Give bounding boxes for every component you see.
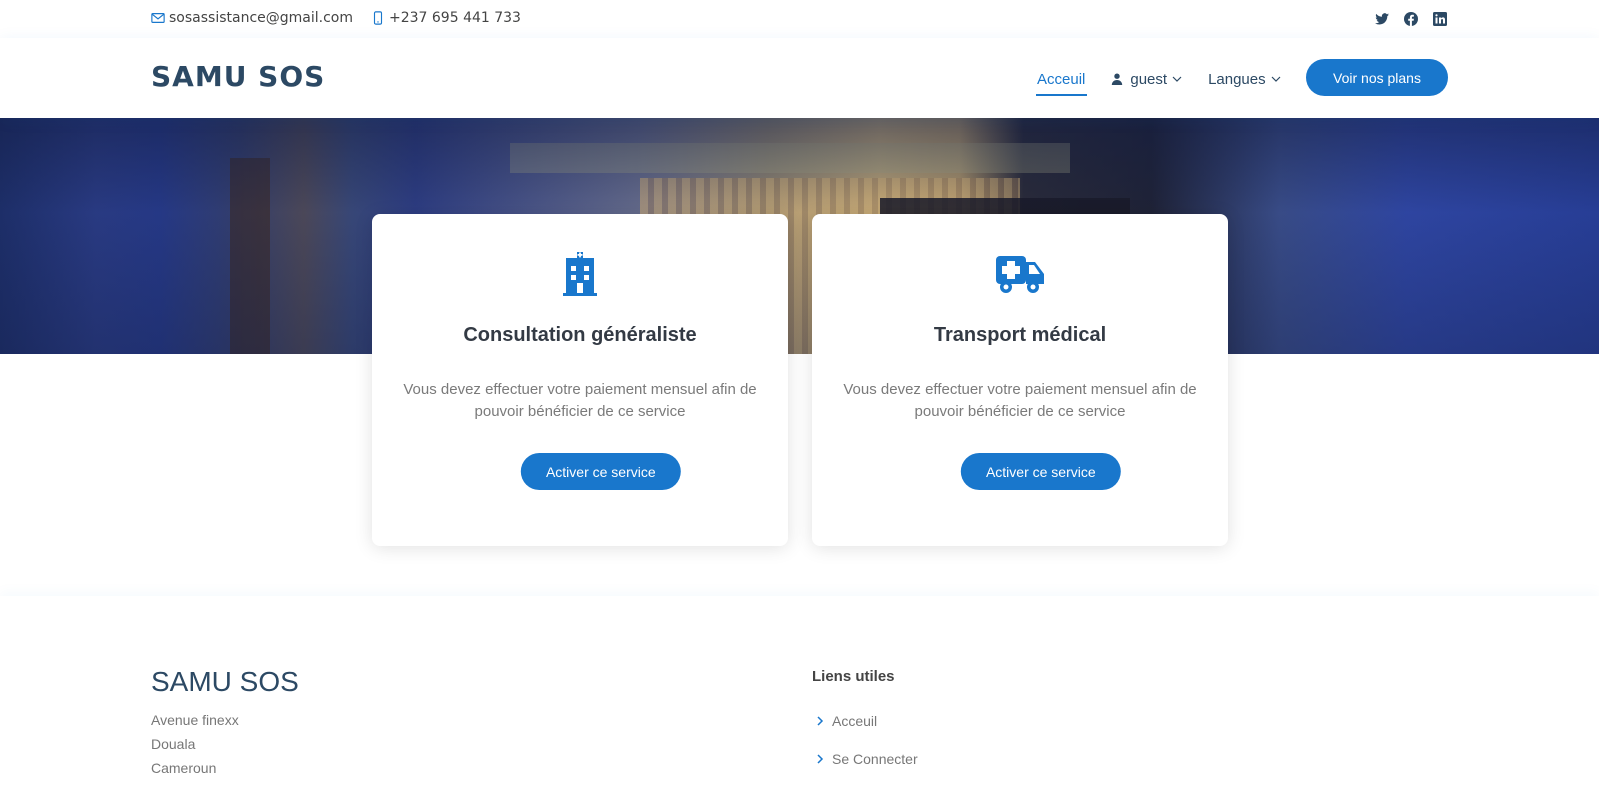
chevron-right-icon (817, 716, 824, 726)
footer-links-title: Liens utiles (812, 668, 895, 685)
phone-contact[interactable]: +237 695 441 733 (371, 10, 521, 26)
footer-link-login[interactable]: Se Connecter (816, 740, 918, 778)
nav-home-label: Acceuil (1037, 70, 1086, 88)
card-title: Transport médical (933, 324, 1107, 346)
address-line: Douala (151, 736, 196, 752)
email-contact[interactable]: sosassistance@gmail.com (151, 10, 353, 26)
top-bar: sosassistance@gmail.com +237 695 441 733 (0, 0, 1599, 38)
footer-address: Avenue finexx Douala Cameroun (151, 708, 239, 780)
site-header: SAMU SOS Acceuil guest Langues Voir nos … (0, 38, 1599, 118)
contact-info: sosassistance@gmail.com +237 695 441 733 (151, 10, 539, 26)
hospital-icon (563, 252, 597, 296)
card-description: Vous devez effectuer votre paiement mens… (403, 381, 757, 420)
chevron-right-icon (817, 754, 824, 764)
nav-user-label: guest (1130, 70, 1168, 88)
footer-brand: SAMU SOS (151, 666, 299, 697)
activate-service-button[interactable]: Activer ce service (520, 453, 681, 490)
hero-banner (0, 118, 1599, 354)
address-line: Avenue finexx (151, 712, 239, 728)
card-title: Consultation généraliste (463, 324, 697, 346)
nav-item-user[interactable]: guest (1111, 64, 1182, 94)
footer-links: Acceuil Se Connecter (816, 702, 918, 778)
nav-languages-label: Langues (1208, 70, 1266, 88)
nav-item-languages[interactable]: Langues (1208, 64, 1281, 94)
user-icon (1112, 73, 1123, 85)
footer-link-label: Acceuil (832, 713, 878, 729)
chevron-down-icon (1271, 76, 1281, 82)
site-footer: SAMU SOS Avenue finexx Douala Cameroun L… (0, 596, 1599, 786)
main-nav: Acceuil guest Langues (1035, 64, 1307, 96)
activate-service-button[interactable]: Activer ce service (960, 453, 1121, 490)
site-logo[interactable]: SAMU SOS (151, 60, 325, 93)
service-card-transport: Transport médical Vous devez effectuer v… (812, 214, 1228, 546)
social-links (1374, 11, 1461, 27)
ambulance-icon (996, 256, 1044, 293)
service-card-consultation: Consultation généraliste Vous devez effe… (372, 214, 788, 546)
email-text: sosassistance@gmail.com (169, 10, 353, 26)
chevron-down-icon (1172, 76, 1182, 82)
twitter-icon[interactable] (1374, 11, 1390, 27)
hero-overlay (0, 118, 1599, 354)
facebook-icon[interactable] (1403, 11, 1419, 27)
nav-item-home[interactable]: Acceuil (1035, 64, 1088, 96)
linkedin-icon[interactable] (1432, 11, 1448, 27)
phone-text: +237 695 441 733 (389, 10, 521, 26)
footer-link-home[interactable]: Acceuil (816, 702, 918, 740)
card-description: Vous devez effectuer votre paiement mens… (843, 381, 1197, 420)
address-line: Cameroun (151, 760, 217, 776)
footer-link-label: Se Connecter (832, 751, 918, 767)
phone-icon (373, 11, 383, 25)
envelope-icon (151, 13, 165, 23)
view-plans-button[interactable]: Voir nos plans (1306, 59, 1448, 96)
